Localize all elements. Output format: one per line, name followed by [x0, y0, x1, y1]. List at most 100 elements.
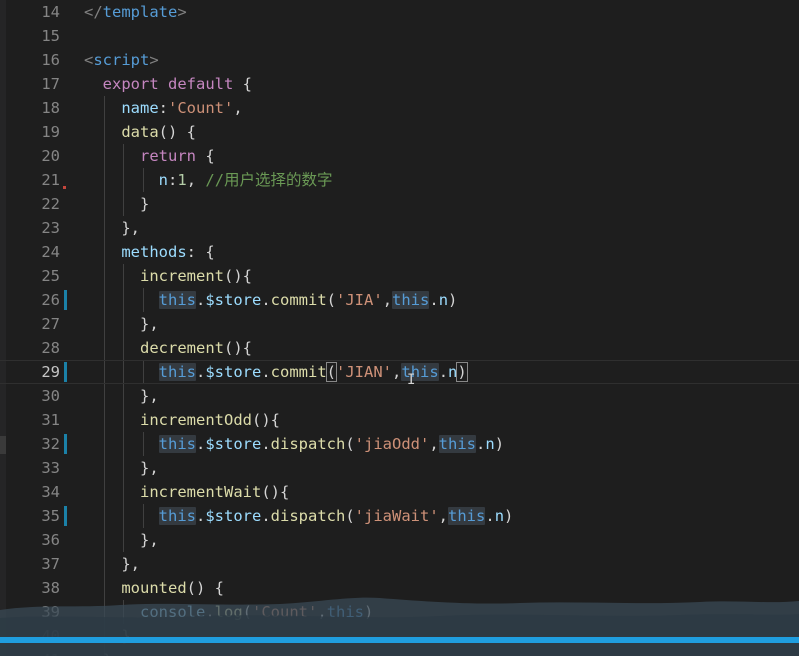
line-number: 31 [41, 411, 60, 429]
code-text[interactable]: this.$store.commit('JIA',this.n) [84, 288, 457, 312]
code-line[interactable]: 27 }, [0, 312, 799, 336]
code-token: ( [326, 291, 337, 309]
git-change-marker[interactable] [64, 434, 67, 454]
code-line[interactable]: 17 export default { [0, 72, 799, 96]
code-line[interactable]: 37 }, [0, 552, 799, 576]
code-text[interactable]: }, [84, 456, 159, 480]
code-token: ) [448, 291, 458, 309]
code-token: default [168, 75, 234, 93]
code-text[interactable]: export default { [84, 72, 252, 96]
code-line[interactable]: 34 incrementWait(){ [0, 480, 799, 504]
code-line[interactable]: 19 data() { [0, 120, 799, 144]
code-text[interactable]: </template> [84, 0, 187, 24]
wave-overlay [0, 597, 799, 656]
git-change-marker[interactable] [64, 506, 67, 526]
code-token: template [102, 3, 178, 21]
code-line[interactable]: 24 methods: { [0, 240, 799, 264]
code-token: : { [186, 243, 215, 261]
code-text[interactable]: increment(){ [84, 264, 252, 288]
code-line[interactable]: 36 }, [0, 528, 799, 552]
code-text[interactable]: incrementWait(){ [84, 480, 289, 504]
code-text[interactable]: }, [84, 384, 159, 408]
code-line[interactable]: 23 }, [0, 216, 799, 240]
code-token: (){ [251, 411, 280, 429]
code-token: . [195, 507, 206, 525]
code-text[interactable]: }, [84, 552, 140, 576]
code-token: (){ [261, 483, 290, 501]
code-token: this [158, 507, 196, 525]
code-text[interactable]: }, [84, 312, 159, 336]
code-token: n [485, 435, 495, 453]
code-token: { [233, 75, 253, 93]
code-line[interactable]: 21 n:1, //用户选择的数字 [0, 168, 799, 192]
code-editor[interactable]: 14 </template> 15 16 <script> 17 export defau… [0, 0, 799, 656]
code-token: }, [84, 555, 140, 573]
code-token: dispatch [270, 435, 346, 453]
code-token: this [448, 507, 486, 525]
code-token: return [140, 147, 196, 165]
code-line[interactable]: 15 [0, 24, 799, 48]
code-token: . [195, 435, 206, 453]
code-token: 'JIAN' [336, 363, 393, 381]
git-change-marker[interactable] [64, 290, 67, 310]
code-text[interactable]: incrementOdd(){ [84, 408, 280, 432]
code-text[interactable]: return { [84, 144, 215, 168]
code-line[interactable]: 14 </template> [0, 0, 799, 24]
code-text[interactable]: data() { [84, 120, 196, 144]
line-number: 25 [41, 267, 60, 285]
code-line[interactable]: 30 }, [0, 384, 799, 408]
code-line[interactable]: 26 this.$store.commit('JIA',this.n) [0, 288, 799, 312]
code-token: ) [504, 507, 514, 525]
code-line[interactable]: 22 } [0, 192, 799, 216]
line-number: 29 [41, 363, 60, 381]
code-text[interactable]: methods: { [84, 240, 215, 264]
code-text[interactable]: n:1, //用户选择的数字 [84, 168, 333, 192]
code-line[interactable]: 20 return { [0, 144, 799, 168]
code-text[interactable]: decrement(){ [84, 336, 252, 360]
code-line[interactable]: 18 name:'Count', [0, 96, 799, 120]
code-token: , [429, 435, 439, 453]
code-line[interactable]: 25 increment(){ [0, 264, 799, 288]
code-text[interactable]: }, [84, 528, 159, 552]
code-line[interactable]: 16 <script> [0, 48, 799, 72]
code-token: commit [270, 291, 327, 309]
line-number: 23 [41, 219, 60, 237]
code-text[interactable]: this.$store.dispatch('jiaWait',this.n) [84, 504, 513, 528]
git-change-marker[interactable] [64, 362, 67, 382]
line-number: 20 [41, 147, 60, 165]
code-text[interactable]: name:'Count', [84, 96, 243, 120]
code-token: }, [84, 315, 159, 333]
code-text[interactable]: <script> [84, 48, 159, 72]
code-token: . [195, 363, 206, 381]
code-token: dispatch [270, 507, 346, 525]
line-number: 26 [41, 291, 60, 309]
code-token: , [382, 291, 393, 309]
code-line[interactable]: 31 incrementOdd(){ [0, 408, 799, 432]
code-token: (){ [224, 267, 252, 285]
line-number: 27 [41, 315, 60, 333]
code-token: : [158, 99, 168, 117]
code-token: ( [325, 362, 338, 382]
line-number: 22 [41, 195, 60, 213]
code-token: > [149, 51, 159, 69]
code-token: increment [140, 267, 224, 285]
line-number: 33 [41, 459, 60, 477]
code-token: . [438, 363, 449, 381]
code-line[interactable]: 29 this.$store.commit('JIAN',this.n) [0, 360, 799, 384]
code-line[interactable]: 35 this.$store.dispatch('jiaWait',this.n… [0, 504, 799, 528]
code-text[interactable]: this.$store.dispatch('jiaOdd',this.n) [84, 432, 504, 456]
code-line[interactable]: 28 decrement(){ [0, 336, 799, 360]
code-token: , [233, 99, 243, 117]
line-number: 28 [41, 339, 60, 357]
code-line[interactable]: 33 }, [0, 456, 799, 480]
code-line[interactable]: 32 this.$store.dispatch('jiaOdd',this.n) [0, 432, 799, 456]
code-text[interactable]: } [84, 192, 149, 216]
code-token: n [158, 171, 168, 189]
code-token: , [186, 171, 206, 189]
code-text[interactable]: }, [84, 216, 140, 240]
code-token: . [429, 291, 439, 309]
